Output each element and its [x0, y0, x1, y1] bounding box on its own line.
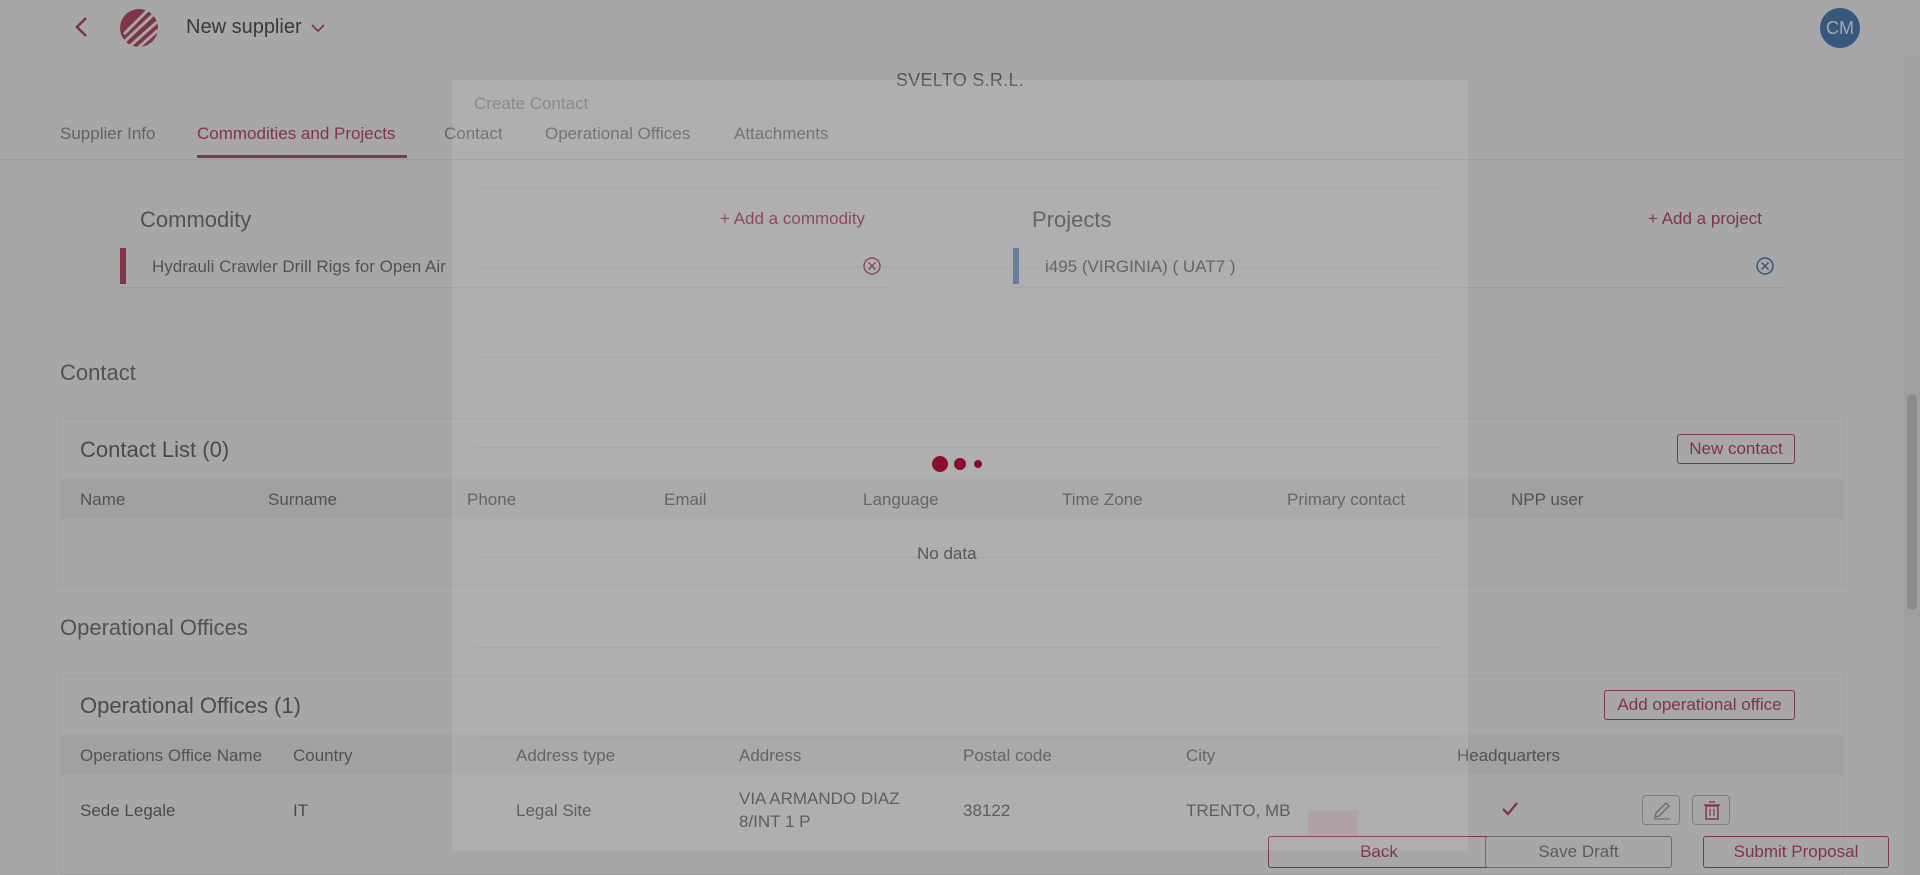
modal-field [474, 230, 1444, 268]
modal-field [474, 410, 1444, 448]
modal-confirm-button[interactable] [1308, 810, 1358, 838]
loading-dot [954, 458, 966, 470]
modal-field [474, 520, 1444, 558]
modal-field [474, 700, 1444, 738]
loading-dot [932, 456, 948, 472]
loading-dot [974, 460, 982, 468]
modal-title: Create Contact [474, 94, 589, 113]
loading-spinner [930, 456, 990, 476]
modal-field [474, 610, 1444, 648]
modal-field [474, 320, 1444, 358]
modal-field [474, 150, 1444, 188]
